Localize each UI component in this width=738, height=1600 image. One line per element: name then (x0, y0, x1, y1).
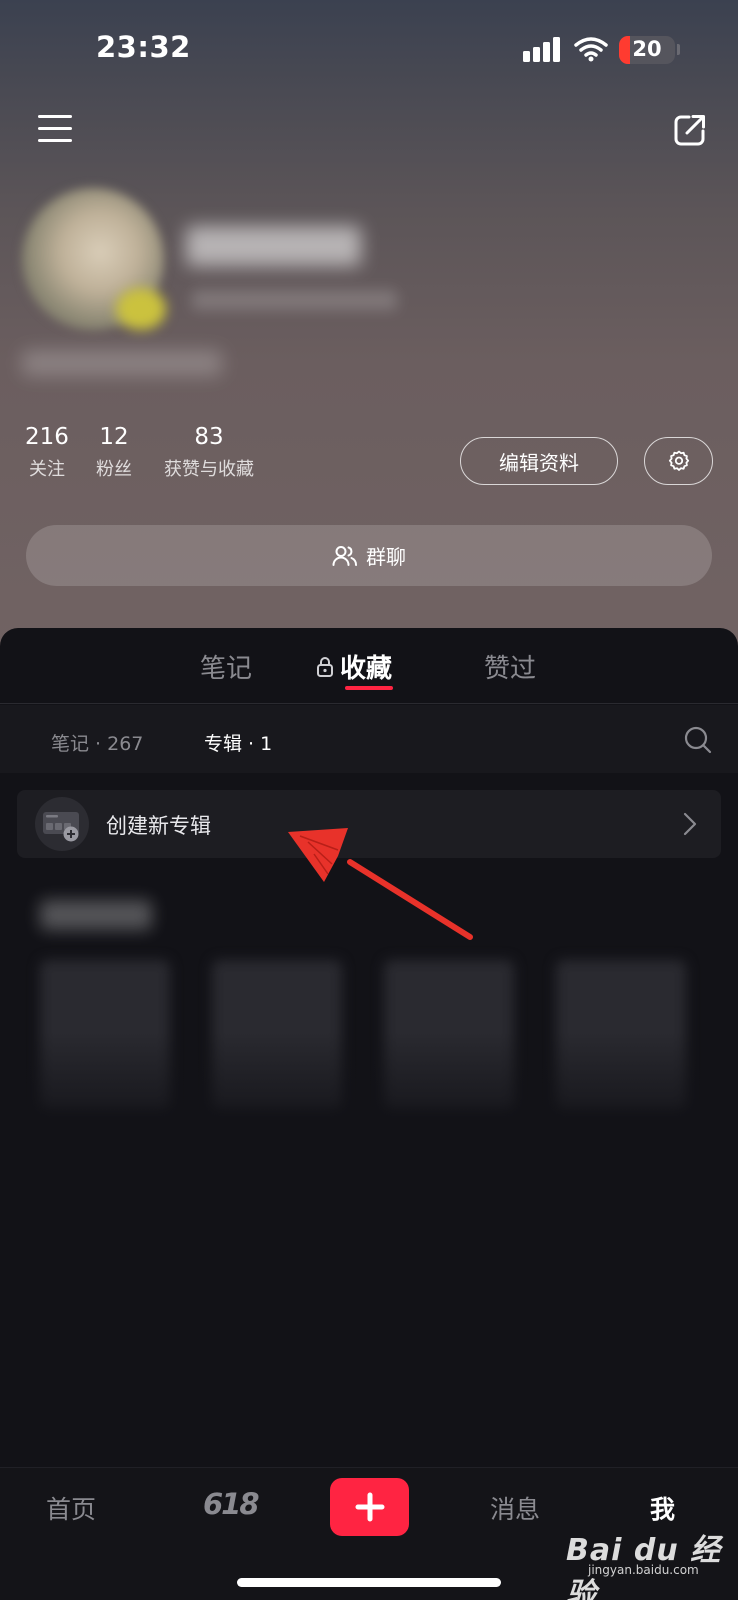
stat-following-value: 216 (25, 424, 69, 450)
create-album-label: 创建新专辑 (106, 814, 211, 838)
annotation-arrow (288, 828, 473, 940)
settings-button[interactable] (644, 437, 713, 485)
home-indicator[interactable] (237, 1578, 501, 1587)
tab-liked[interactable]: 赞过 (484, 648, 536, 685)
battery-level: 20 (632, 37, 662, 61)
battery-cap (677, 44, 680, 55)
stat-followers[interactable]: 12 粉丝 (96, 424, 132, 481)
menu-button[interactable] (38, 113, 76, 145)
group-chat-button[interactable]: 群聊 (26, 525, 712, 586)
stat-followers-label: 粉丝 (96, 459, 132, 480)
tab-favorites-label: 收藏 (340, 654, 393, 684)
search-icon[interactable] (683, 725, 713, 755)
stat-likes-value: 83 (194, 424, 224, 450)
nav-me[interactable]: 我 (650, 1490, 675, 1526)
nav-home[interactable]: 首页 (46, 1490, 96, 1526)
status-time: 23:32 (96, 30, 191, 64)
stat-following-label: 关注 (28, 459, 65, 480)
nav-618-promo[interactable]: 618 (203, 1487, 260, 1521)
tab-notes[interactable]: 笔记 (200, 648, 252, 685)
watermark-url: jingyan.baidu.com (588, 1563, 699, 1577)
favorites-subtabs: 笔记 · 267 专辑 · 1 (0, 705, 738, 773)
blurred-username (186, 226, 361, 266)
group-chat-label: 群聊 (366, 545, 406, 569)
group-users-icon (332, 545, 357, 566)
battery-indicator: 20 (619, 36, 675, 64)
subtab-notes[interactable]: 笔记 · 267 (51, 729, 143, 756)
cellular-signal-icon (523, 37, 563, 63)
tab-favorites[interactable]: 收藏 (316, 648, 392, 685)
menu-icon (38, 115, 72, 118)
plus-icon (355, 1492, 384, 1522)
wifi-icon (574, 37, 608, 62)
profile-tabs: 笔记 收藏 赞过 (0, 628, 738, 704)
blurred-bio (22, 350, 222, 376)
status-bar: 23:32 20 (0, 0, 738, 100)
baidu-watermark: Bai du 经验 jingyan.baidu.com (566, 1525, 738, 1600)
stat-likes-label: 获赞与收藏 (164, 459, 254, 480)
share-icon[interactable] (672, 112, 708, 148)
lock-icon (317, 656, 333, 677)
stat-likes-favorites[interactable]: 83 获赞与收藏 (164, 424, 254, 481)
avatar-badge (116, 288, 166, 330)
stat-following[interactable]: 216 关注 (25, 424, 69, 481)
blurred-user-id (192, 290, 397, 310)
album-add-icon (35, 797, 89, 851)
gear-icon (668, 450, 689, 471)
subtab-albums[interactable]: 专辑 · 1 (204, 729, 272, 756)
edit-profile-button[interactable]: 编辑资料 (460, 437, 618, 485)
stat-followers-value: 12 (99, 424, 129, 450)
chevron-right-icon (683, 812, 697, 836)
add-post-button[interactable] (330, 1478, 409, 1536)
nav-messages[interactable]: 消息 (490, 1490, 540, 1526)
active-tab-indicator (345, 686, 393, 690)
